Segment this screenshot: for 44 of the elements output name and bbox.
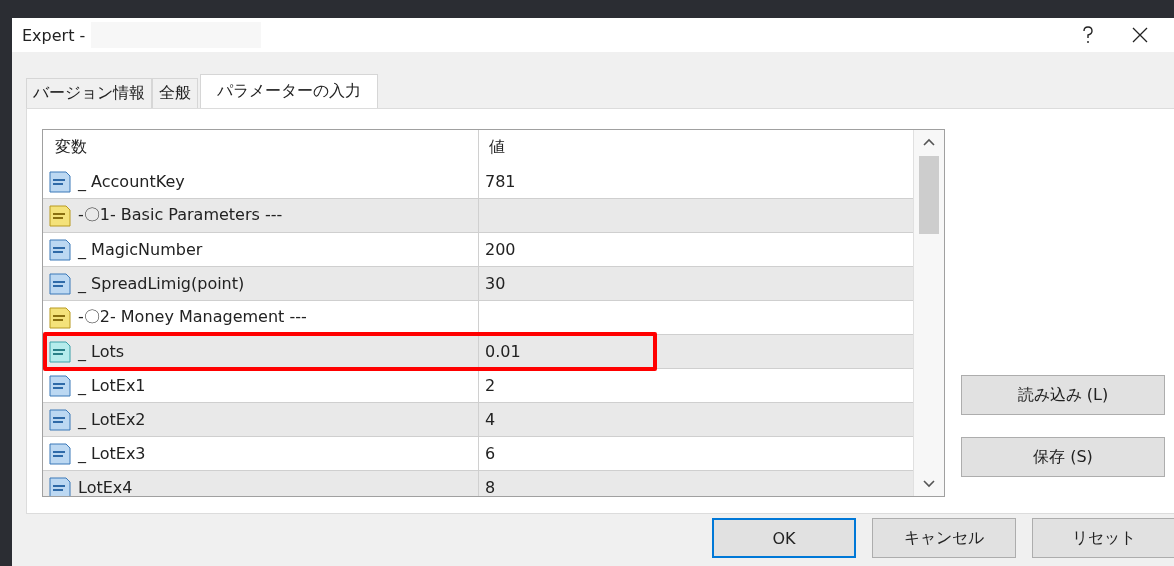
parameter-name: _ Lots: [78, 342, 125, 361]
parameter-value[interactable]: 4: [485, 410, 496, 429]
parameter-name: _ LotEx1: [78, 376, 146, 395]
number-type-icon: [48, 475, 72, 496]
parameter-value[interactable]: 0.01: [485, 342, 521, 361]
parameter-value[interactable]: 8: [485, 478, 496, 496]
tab[interactable]: パラメーターの入力: [200, 74, 378, 108]
parameter-value[interactable]: 200: [485, 240, 516, 259]
parameter-name: _ LotEx3: [78, 444, 146, 463]
scrollbar[interactable]: [913, 130, 944, 496]
number-type-icon: [48, 407, 72, 432]
parameter-value[interactable]: 6: [485, 444, 496, 463]
number-type-icon: [48, 339, 72, 364]
dialog-button[interactable]: キャンセル: [872, 518, 1016, 558]
parameter-name: _ SpreadLimig(point): [78, 274, 245, 293]
parameter-name: LotEx4: [78, 478, 133, 496]
text-type-icon: [48, 305, 72, 330]
ok-button[interactable]: OK: [712, 518, 856, 558]
parameter-name: _ LotEx2: [78, 410, 146, 429]
scrollbar-thumb[interactable]: [919, 156, 939, 234]
tab[interactable]: 全般: [152, 78, 198, 108]
column-header[interactable]: 値: [479, 130, 913, 165]
parameter-name: -〇2- Money Management ---: [78, 307, 307, 328]
parameter-name: _ MagicNumber: [78, 240, 203, 259]
number-type-icon: [48, 271, 72, 296]
side-button[interactable]: 保存 (S): [961, 437, 1165, 477]
tab[interactable]: バージョン情報: [26, 78, 152, 108]
number-type-icon: [48, 169, 72, 194]
scroll-down-icon[interactable]: [923, 478, 935, 488]
window-title: Expert -: [22, 25, 86, 45]
dialog-button[interactable]: リセット: [1032, 518, 1174, 558]
parameter-name: -〇1- Basic Parameters ---: [78, 205, 283, 226]
parameter-name: _ AccountKey: [78, 172, 185, 191]
parameter-value[interactable]: 2: [485, 376, 496, 395]
text-type-icon: [48, 203, 72, 228]
close-icon: [1132, 27, 1148, 43]
help-icon: [1082, 26, 1094, 44]
scroll-up-icon[interactable]: [923, 138, 935, 148]
parameter-value[interactable]: 781: [485, 172, 516, 191]
number-type-icon: [48, 441, 72, 466]
parameter-value[interactable]: 30: [485, 274, 506, 293]
number-type-icon: [48, 237, 72, 262]
number-type-icon: [48, 373, 72, 398]
side-button[interactable]: 読み込み (L): [961, 375, 1165, 415]
